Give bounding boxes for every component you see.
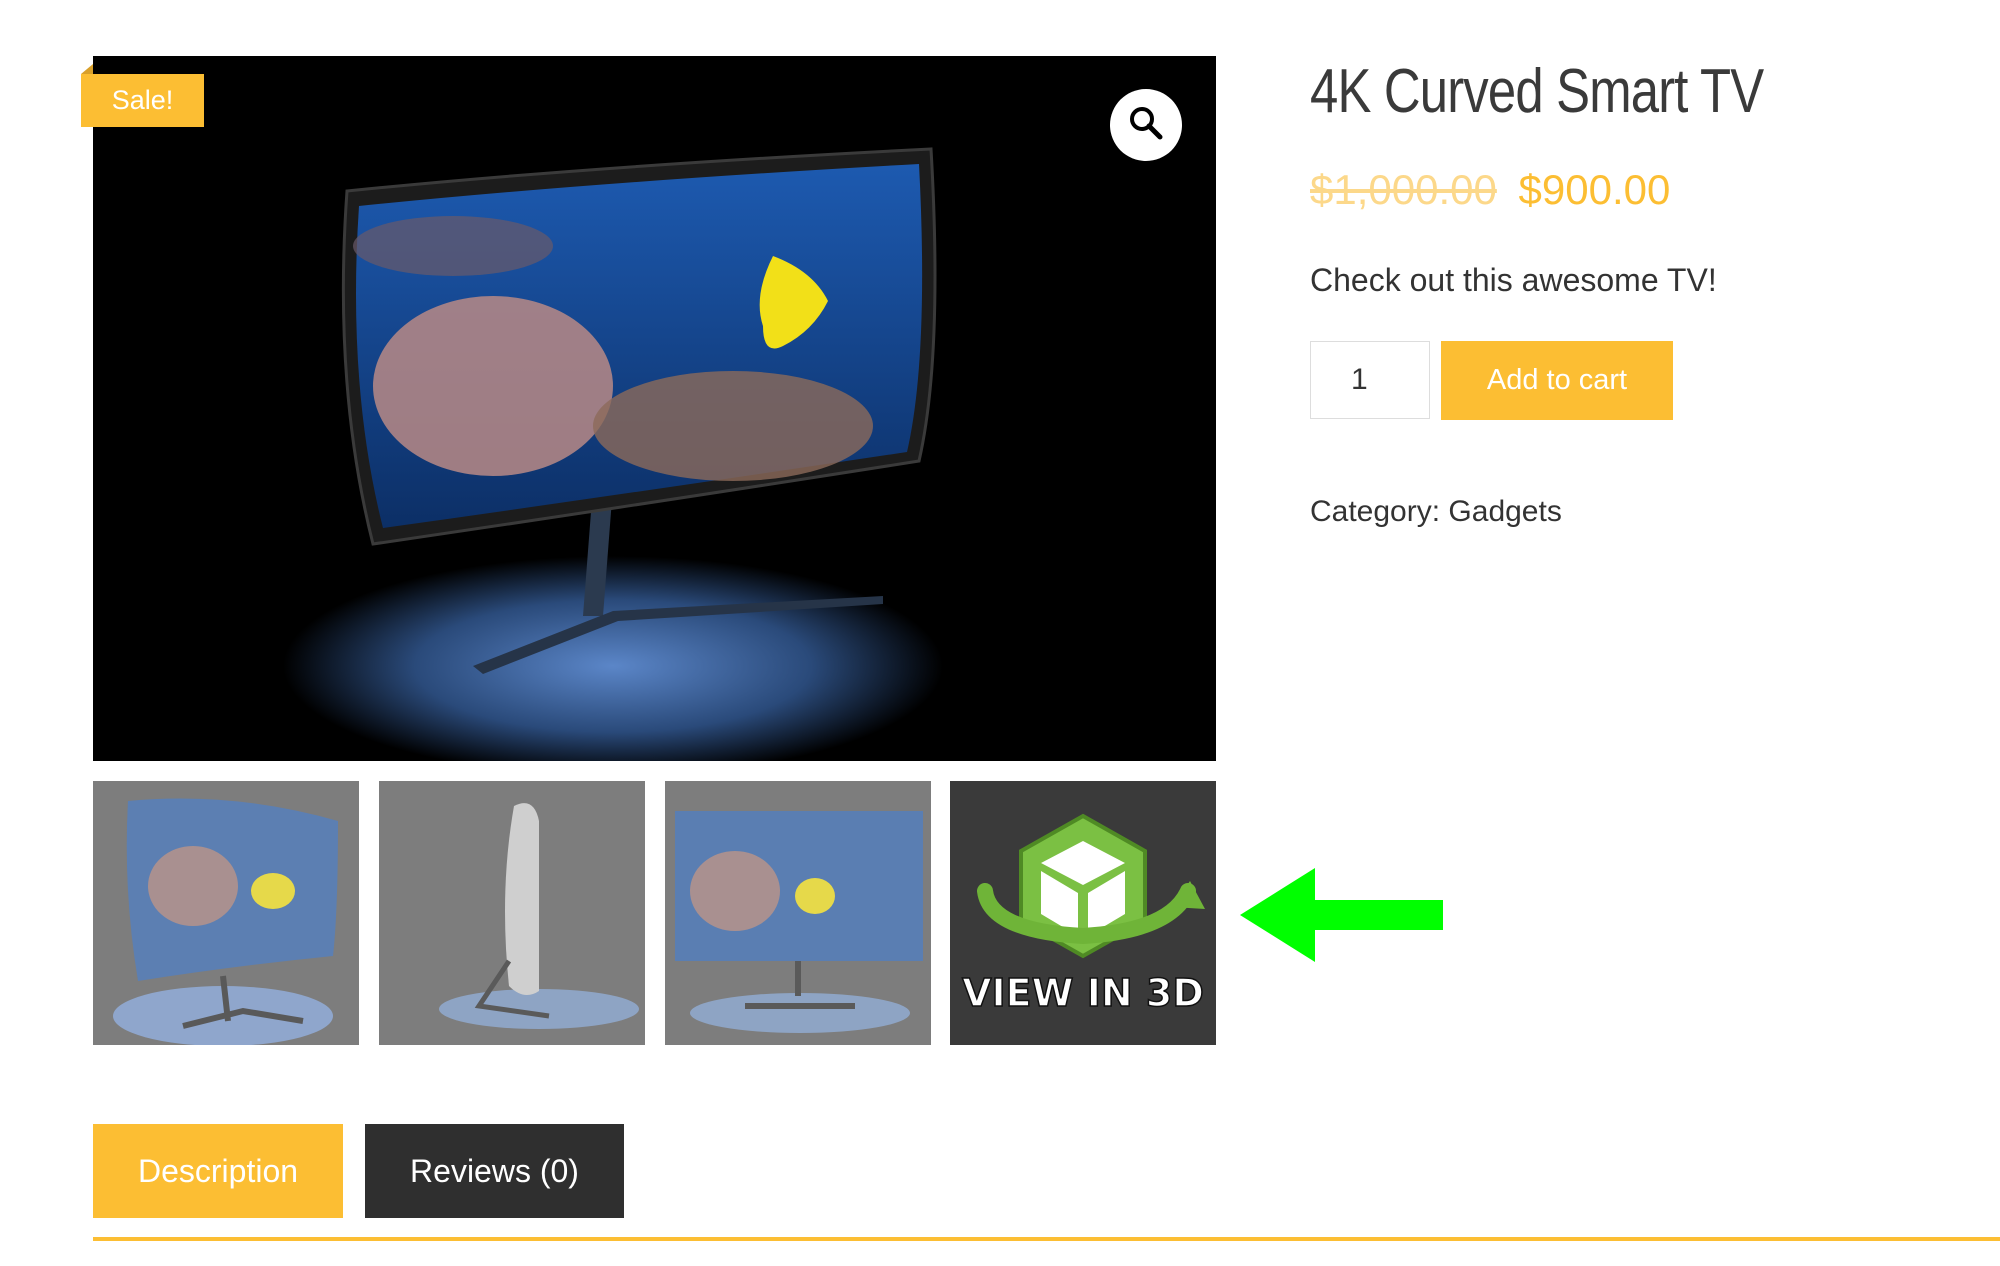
green-arrow-left-icon: [1240, 868, 1445, 962]
short-description: Check out this awesome TV!: [1310, 262, 1717, 298]
original-price: $1,000.00: [1310, 166, 1497, 213]
quantity-field[interactable]: [1310, 341, 1430, 419]
sale-badge: Sale!: [81, 74, 204, 127]
add-to-cart-button[interactable]: Add to cart: [1441, 341, 1673, 420]
category-link[interactable]: Gadgets: [1448, 495, 1561, 528]
main-product-image[interactable]: [93, 56, 1216, 761]
magnifier-icon: [1128, 105, 1164, 146]
zoom-button[interactable]: [1110, 89, 1182, 161]
thumbnail-view-in-3d[interactable]: VIEW IN 3D: [950, 781, 1216, 1045]
product-category: Category: Gadgets: [1310, 495, 1562, 529]
price: $1,000.00 $900.00: [1310, 166, 1670, 214]
sale-badge-corner: [81, 64, 93, 74]
view-in-3d-label: VIEW IN 3D: [962, 971, 1204, 1015]
sale-price: $900.00: [1518, 166, 1671, 213]
thumbnail-tv-front-angle[interactable]: [93, 781, 359, 1045]
tab-reviews[interactable]: Reviews (0): [365, 1124, 624, 1218]
thumbnail-tv-side-profile[interactable]: [379, 781, 645, 1045]
tabs-divider: [93, 1237, 2000, 1241]
category-label: Category:: [1310, 495, 1441, 528]
thumbnail-tv-front[interactable]: [665, 781, 931, 1045]
product-title: 4K Curved Smart TV: [1310, 57, 1764, 126]
tab-description[interactable]: Description: [93, 1124, 343, 1218]
